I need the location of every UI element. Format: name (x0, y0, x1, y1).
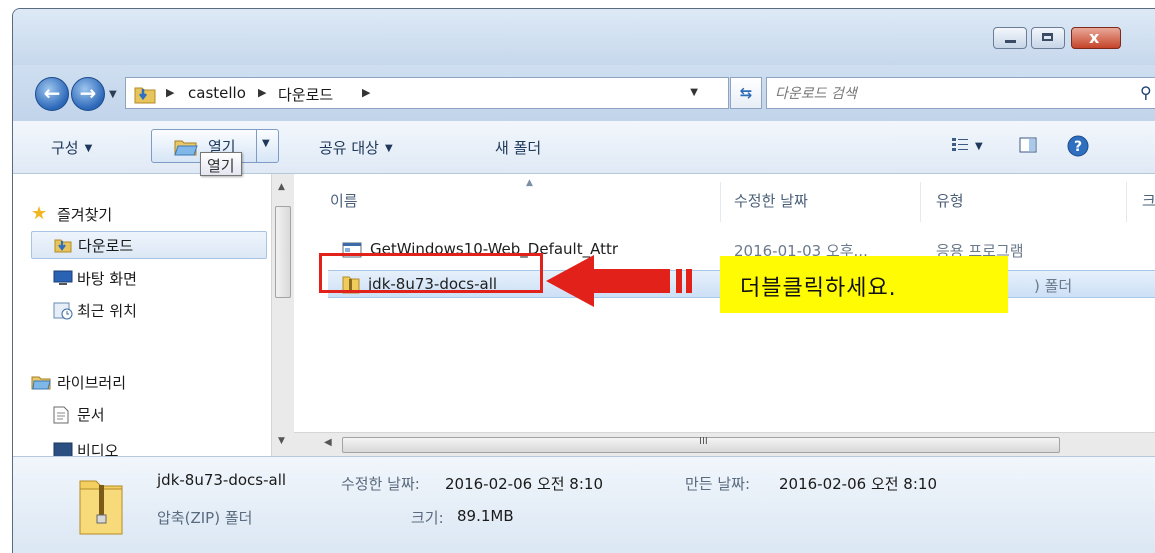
nav-videos-label: 비디오 (77, 442, 119, 456)
video-icon (53, 442, 73, 456)
column-header-size[interactable]: 크 (1142, 190, 1155, 211)
nav-desktop[interactable]: 바탕 화면 (13, 264, 271, 292)
minimize-button[interactable] (993, 27, 1027, 49)
nav-favorites-label: 즐겨찾기 (57, 206, 113, 224)
star-icon: ★ (31, 203, 48, 224)
library-icon (31, 376, 51, 390)
nav-libraries-label: 라이브러리 (57, 374, 127, 392)
command-bar: 구성 ▼ 열기 ▼ 공유 대상 ▼ 새 폴더 ▼ ? (13, 121, 1155, 174)
document-icon (53, 406, 69, 424)
desktop-icon (53, 270, 73, 285)
folder-download-icon (134, 87, 156, 104)
open-tooltip: 열기 (200, 152, 242, 176)
split-divider (256, 130, 257, 162)
column-header-name[interactable]: 이름 (330, 190, 358, 211)
search-input[interactable] (773, 82, 1117, 106)
detail-modified-label: 수정한 날짜: (341, 475, 420, 493)
details-pane: jdk-8u73-docs-all 수정한 날짜: 2016-02-06 오전 … (13, 456, 1155, 553)
nav-libraries[interactable]: 라이브러리 (13, 368, 271, 396)
breadcrumb-separator-icon[interactable]: ▶ (362, 86, 370, 99)
view-options-icon[interactable] (951, 137, 969, 153)
chevron-down-icon: ▼ (384, 143, 393, 154)
scroll-grip-icon: III (699, 436, 708, 447)
detail-size-label: 크기: (411, 509, 444, 527)
chevron-down-icon: ▼ (84, 143, 93, 154)
folder-download-icon (54, 239, 72, 253)
back-arrow-icon: ← (43, 81, 61, 105)
scroll-left-icon[interactable]: ◀ (324, 437, 332, 448)
nav-favorites[interactable]: ★ 즐겨찾기 (13, 200, 271, 228)
address-bar[interactable]: ▶ castello ▶ 다운로드 ▶ ▼ (125, 77, 729, 109)
hscroll-thumb[interactable]: III (342, 436, 1060, 453)
breadcrumb-castello[interactable]: castello (188, 84, 246, 102)
zip-folder-large-icon (79, 480, 123, 535)
recent-pages-dropdown[interactable]: ▼ (109, 89, 117, 100)
breadcrumb-downloads[interactable]: 다운로드 (278, 84, 333, 105)
scroll-down-icon[interactable]: ▼ (278, 436, 285, 446)
recent-places-icon (53, 302, 73, 320)
open-dropdown-icon[interactable]: ▼ (262, 138, 270, 149)
search-box[interactable]: ⚲ (766, 77, 1155, 109)
nav-recent-label: 최근 위치 (77, 302, 137, 320)
instruction-label: 더블클릭하세요. (720, 256, 1008, 313)
maximize-button[interactable] (1031, 27, 1065, 49)
column-header-type[interactable]: 유형 (936, 190, 964, 211)
share-with-button[interactable]: 공유 대상 ▼ (319, 137, 393, 158)
highlight-box (319, 253, 543, 293)
close-button[interactable]: x (1071, 27, 1121, 49)
navigation-bar: ← → ▼ ▶ castello ▶ 다운로드 ▶ ▼ ⇆ ⚲ (13, 65, 1155, 121)
scroll-thumb[interactable] (275, 206, 291, 298)
column-divider[interactable] (720, 182, 721, 222)
new-folder-button[interactable]: 새 폴더 (495, 137, 541, 158)
detail-size-value: 89.1MB (457, 507, 514, 525)
file-list-hscrollbar[interactable]: ◀ III ▶ (294, 432, 1155, 457)
svg-text:?: ? (1074, 139, 1082, 155)
nav-documents[interactable]: 문서 (13, 400, 271, 428)
detail-created-value: 2016-02-06 오전 8:10 (779, 475, 937, 493)
nav-recent[interactable]: 최근 위치 (13, 296, 271, 324)
nav-pane-scrollbar[interactable]: ▲ ▼ (271, 174, 294, 456)
forward-arrow-icon: → (79, 81, 97, 105)
detail-modified-value: 2016-02-06 오전 8:10 (445, 475, 603, 493)
share-label: 공유 대상 (319, 139, 379, 157)
close-icon: x (1089, 28, 1100, 47)
folder-open-icon (174, 140, 198, 156)
column-divider[interactable] (920, 182, 921, 222)
nav-documents-label: 문서 (77, 406, 105, 424)
annotation-arrow-icon (546, 255, 692, 307)
detail-created-label: 만든 날짜: (685, 475, 751, 493)
nav-videos[interactable]: 비디오 (13, 436, 271, 456)
nav-downloads[interactable]: 다운로드 (31, 231, 267, 259)
column-header-modified[interactable]: 수정한 날짜 (734, 190, 808, 211)
view-dropdown-icon[interactable]: ▼ (975, 141, 983, 152)
breadcrumb-separator-icon[interactable]: ▶ (166, 86, 174, 99)
search-icon[interactable]: ⚲ (1140, 83, 1152, 102)
navigation-pane: ★ 즐겨찾기 다운로드 바탕 화면 최근 위치 라이브러리 문서 비디오 (13, 174, 272, 456)
breadcrumb-separator-icon[interactable]: ▶ (258, 86, 266, 99)
file-type: ) 폴더 (1034, 277, 1073, 295)
detail-type: 압축(ZIP) 폴더 (157, 509, 253, 527)
forward-button[interactable]: → (71, 77, 105, 111)
refresh-icon: ⇆ (739, 84, 753, 102)
help-icon[interactable]: ? (1067, 135, 1089, 157)
address-history-dropdown[interactable]: ▼ (690, 87, 698, 98)
organize-button[interactable]: 구성 ▼ (51, 137, 92, 158)
preview-pane-icon[interactable] (1019, 137, 1037, 153)
detail-file-name: jdk-8u73-docs-all (157, 471, 287, 489)
scroll-up-icon[interactable]: ▲ (278, 182, 285, 192)
nav-desktop-label: 바탕 화면 (77, 270, 137, 288)
organize-label: 구성 (51, 139, 79, 157)
refresh-button[interactable]: ⇆ (730, 77, 762, 109)
sort-ascending-icon: ▲ (526, 178, 533, 188)
nav-downloads-label: 다운로드 (78, 237, 134, 255)
title-bar: x (13, 9, 1155, 65)
back-button[interactable]: ← (35, 77, 69, 111)
column-divider[interactable] (1126, 182, 1127, 222)
